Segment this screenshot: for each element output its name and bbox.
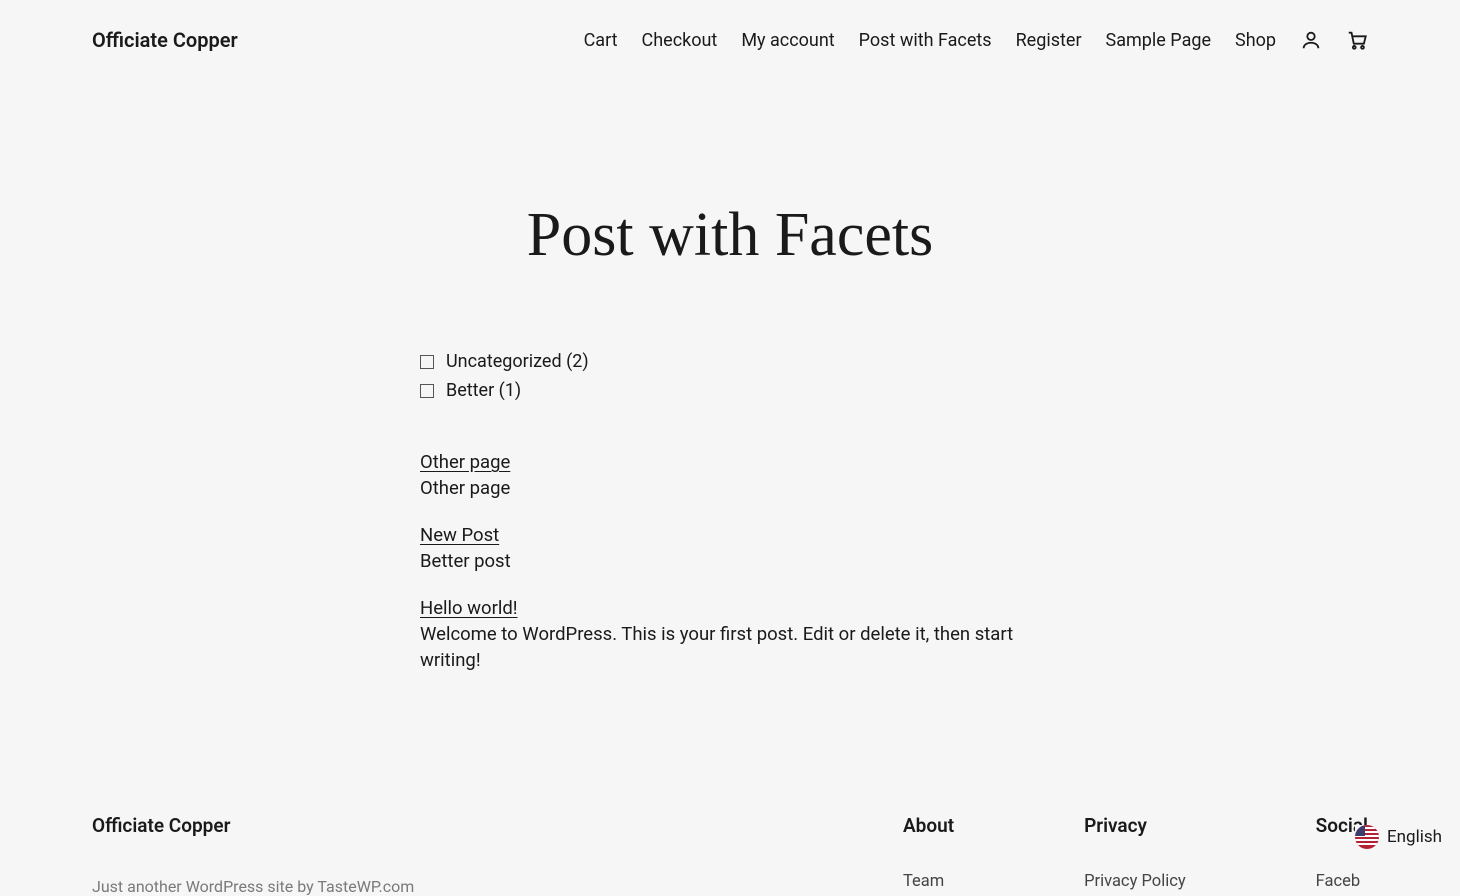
facet-label: Better (1) (446, 380, 521, 401)
facet-item-better[interactable]: Better (1) (420, 380, 1040, 401)
post-list: Other page Other page New Post Better po… (420, 451, 1040, 674)
footer-link-facebook[interactable]: Faceb (1316, 872, 1360, 891)
flag-us-icon (1355, 825, 1379, 849)
language-label: English (1387, 827, 1442, 847)
nav-checkout[interactable]: Checkout (642, 30, 718, 51)
footer-link-privacy-policy[interactable]: Privacy Policy (1084, 872, 1186, 891)
site-footer: Officiate Copper Just another WordPress … (0, 754, 1460, 896)
facet-label: Uncategorized (2) (446, 351, 589, 372)
post-excerpt: Better post (420, 548, 1040, 575)
post-excerpt: Other page (420, 475, 1040, 502)
site-title[interactable]: Officiate Copper (92, 28, 238, 52)
post-item: New Post Better post (420, 524, 1040, 575)
language-switcher[interactable]: English (1355, 825, 1442, 849)
nav-shop[interactable]: Shop (1235, 30, 1276, 51)
page-title: Post with Facets (420, 200, 1040, 271)
primary-nav: Cart Checkout My account Post with Facet… (584, 30, 1276, 51)
post-item: Hello world! Welcome to WordPress. This … (420, 597, 1040, 675)
nav-post-with-facets[interactable]: Post with Facets (859, 30, 992, 51)
account-icon[interactable] (1300, 29, 1322, 51)
cart-icon[interactable] (1346, 29, 1368, 51)
checkbox-icon[interactable] (420, 355, 434, 369)
facet-item-uncategorized[interactable]: Uncategorized (2) (420, 351, 1040, 372)
header-right: Cart Checkout My account Post with Facet… (584, 29, 1368, 51)
footer-link-team[interactable]: Team (903, 872, 944, 891)
footer-col-privacy: Privacy Privacy Policy (1084, 814, 1186, 896)
footer-heading: Privacy (1084, 814, 1186, 837)
main-content: Post with Facets Uncategorized (2) Bette… (420, 80, 1040, 754)
site-header: Officiate Copper Cart Checkout My accoun… (0, 0, 1460, 80)
post-excerpt: Welcome to WordPress. This is your first… (420, 621, 1040, 675)
post-item: Other page Other page (420, 451, 1040, 502)
nav-cart[interactable]: Cart (584, 30, 618, 51)
nav-register[interactable]: Register (1016, 30, 1082, 51)
footer-site-title[interactable]: Officiate Copper (92, 814, 414, 837)
footer-tagline: Just another WordPress site by TasteWP.c… (92, 877, 414, 896)
facets-list: Uncategorized (2) Better (1) (420, 351, 1040, 401)
checkbox-icon[interactable] (420, 384, 434, 398)
footer-col-about: About Team (903, 814, 954, 896)
nav-my-account[interactable]: My account (741, 30, 834, 51)
nav-sample-page[interactable]: Sample Page (1106, 30, 1211, 51)
post-title-link[interactable]: Hello world! (420, 597, 518, 619)
footer-branding: Officiate Copper Just another WordPress … (92, 814, 414, 896)
footer-columns: About Team Privacy Privacy Policy Social… (903, 814, 1368, 896)
footer-heading: About (903, 814, 954, 837)
post-title-link[interactable]: Other page (420, 451, 510, 473)
post-title-link[interactable]: New Post (420, 524, 499, 546)
